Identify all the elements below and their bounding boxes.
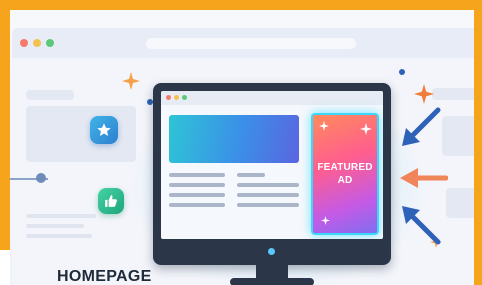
frame-right-border — [474, 0, 482, 285]
content-line — [237, 183, 299, 187]
sparkle-icon — [321, 216, 330, 225]
star-icon — [97, 123, 111, 136]
hero-banner — [169, 115, 299, 163]
background-line — [26, 234, 92, 238]
monitor-screen: FEATURED AD — [161, 91, 383, 239]
screen-titlebar — [161, 91, 383, 105]
thumbs-up-icon — [105, 195, 117, 207]
dot-icon — [399, 69, 405, 75]
content-line — [237, 203, 299, 207]
background-line — [26, 224, 84, 228]
star-badge — [90, 116, 118, 144]
arrow-left-icon — [400, 168, 448, 188]
sparkle-icon — [319, 121, 329, 131]
featured-ad-label-line2: AD — [337, 175, 353, 186]
illustration-scene: FEATURED AD HOMEPAGE — [10, 10, 474, 285]
arrow-down-left-icon — [402, 107, 441, 146]
screen-minimize-dot-icon — [174, 95, 179, 100]
monitor-stand — [230, 278, 314, 285]
background-url-bar — [146, 38, 356, 49]
content-line — [237, 173, 265, 177]
like-badge — [98, 188, 124, 214]
background-block — [442, 116, 474, 156]
sparkle-icon — [360, 123, 372, 135]
power-light-icon — [268, 248, 275, 255]
screen-close-dot-icon — [166, 95, 171, 100]
minimize-dot-icon — [33, 39, 41, 47]
maximize-dot-icon — [46, 39, 54, 47]
close-dot-icon — [20, 39, 28, 47]
background-block — [446, 188, 474, 218]
content-line — [237, 193, 299, 197]
monitor: FEATURED AD — [153, 83, 391, 265]
featured-ad-label-line1: FEATURED — [317, 162, 373, 173]
background-block — [26, 106, 136, 162]
background-block — [432, 88, 474, 100]
background-line — [26, 214, 96, 218]
background-block — [26, 90, 74, 100]
content-line — [169, 173, 225, 177]
arrow-up-left-icon — [402, 206, 441, 245]
frame-left-border — [0, 0, 10, 250]
content-line — [169, 193, 225, 197]
content-line — [169, 203, 225, 207]
page-title: HOMEPAGE — [57, 268, 152, 285]
background-browser-titlebar — [12, 28, 474, 58]
featured-ad[interactable]: FEATURED AD — [311, 113, 379, 235]
slider-knob — [36, 173, 46, 183]
frame-top-border — [0, 0, 482, 10]
screen-maximize-dot-icon — [182, 95, 187, 100]
content-line — [169, 183, 225, 187]
